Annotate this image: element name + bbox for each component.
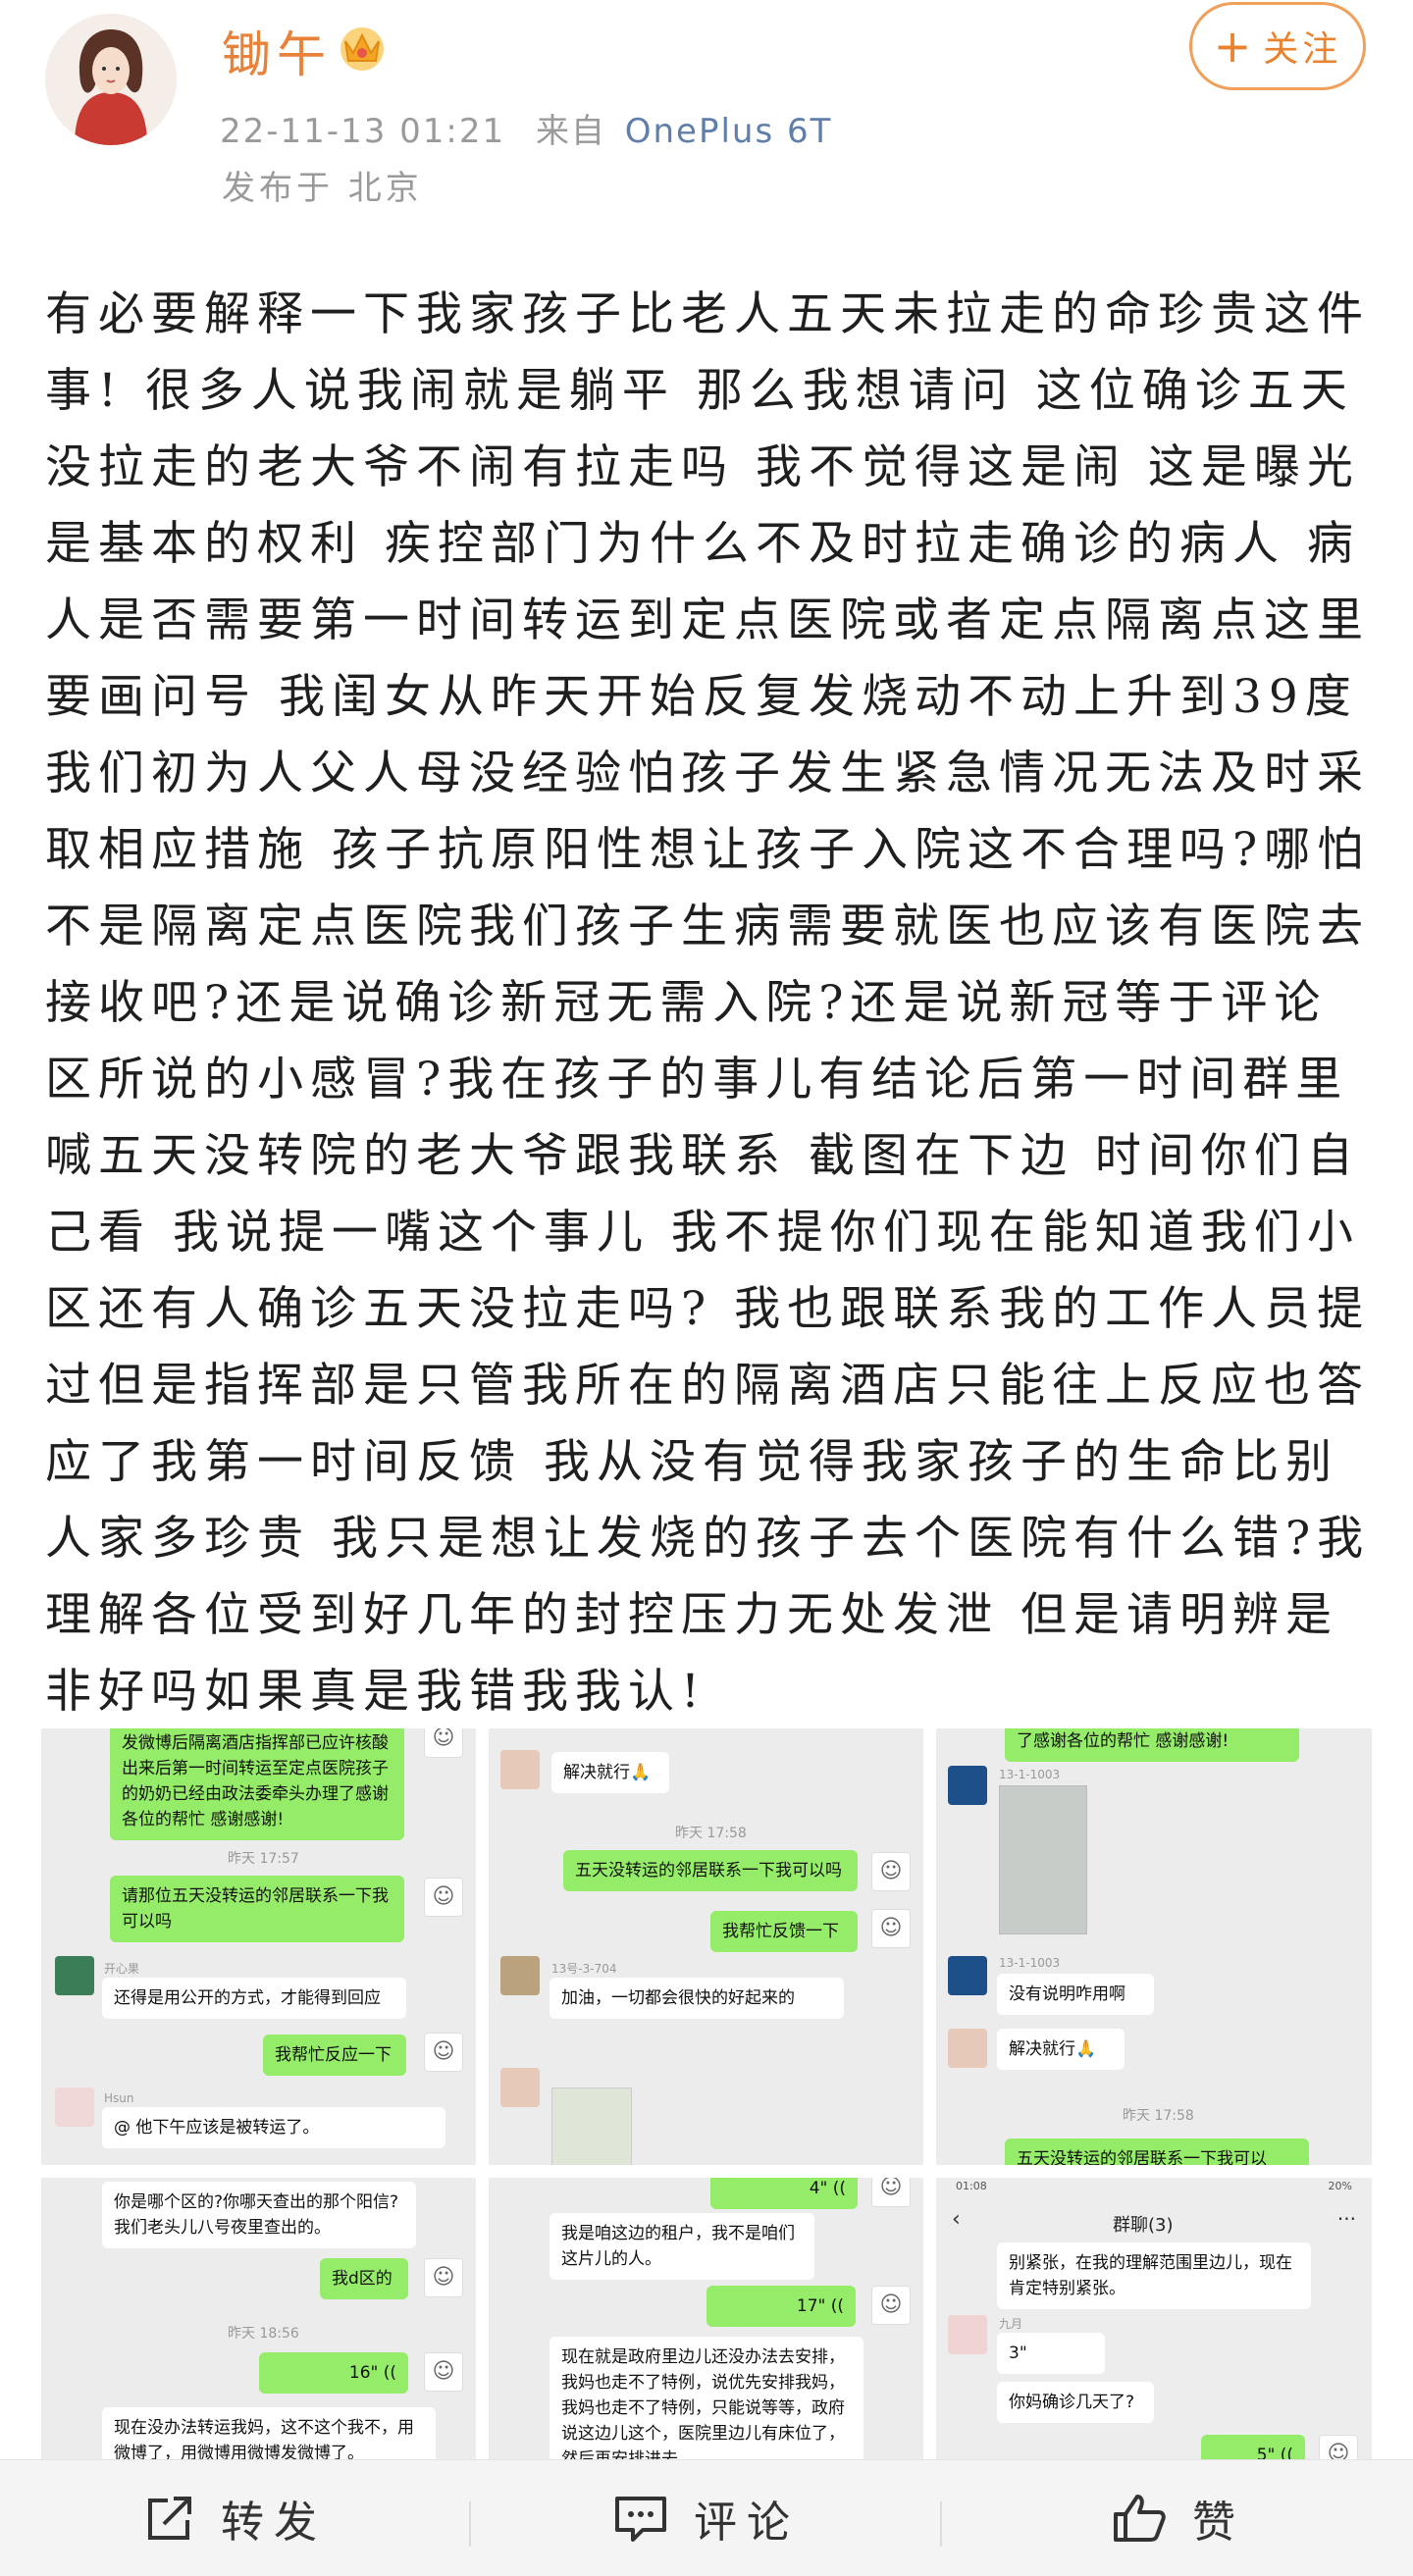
chat-bubble: 我帮忙反应一下 <box>263 2035 406 2076</box>
member-name: 13-1-1003 <box>999 1768 1061 1781</box>
voice-message: 17" (( <box>706 2286 856 2327</box>
sender-avatar: ☺ <box>871 1909 911 1948</box>
chat-bubble: 还得是用公开的方式，才能得到回应 <box>102 1978 406 2019</box>
share-icon <box>148 2497 191 2540</box>
source-prefix: 来自 <box>535 112 606 151</box>
screenshot-4[interactable]: 你是哪个区的?你哪天查出的那个阳信?我们老头儿八号夜里查出的。 我d区的 ☺ 昨… <box>41 2178 476 2462</box>
member-avatar <box>500 1956 540 1995</box>
chat-bubble: 我d区的 <box>320 2258 408 2299</box>
voice-message: 4" (( <box>710 2178 858 2209</box>
post-timestamp: 22-11-13 01:21 <box>220 112 506 151</box>
back-icon[interactable]: ‹ <box>952 2207 961 2232</box>
sender-avatar: ☺ <box>424 1878 463 1917</box>
vip-crown-icon[interactable] <box>336 20 389 73</box>
chat-bubble: 了感谢各位的帮忙 感谢感谢! <box>1005 1728 1299 1762</box>
member-name: 13-1-1003 <box>999 1956 1061 1970</box>
chat-timestamp: 昨天 17:58 <box>675 1826 747 1841</box>
member-avatar <box>948 2315 987 2354</box>
screenshot-1[interactable]: 发微博后隔离酒店指挥部已应许核酸出来后第一时间转运至定点医院孩子的奶奶已经由政法… <box>41 1728 476 2165</box>
post-header: 锄午 22-11-13 01:21 来自 OnePlus 6T 发布于 北京 +… <box>0 0 1413 235</box>
sender-avatar: ☺ <box>424 1728 463 1758</box>
chat-bubble: 解决就行🙏 <box>551 1752 669 1793</box>
chat-bubble: 五天没转运的邻居联系一下我可以 <box>1005 2138 1309 2165</box>
status-battery: 20% <box>1328 2180 1352 2192</box>
voice-message: 3" <box>997 2333 1105 2374</box>
comment-button[interactable]: 评论 <box>471 2460 940 2576</box>
sender-avatar: ☺ <box>871 2286 911 2325</box>
member-name: 九月 <box>999 2317 1023 2331</box>
chat-bubble: 发微博后隔离酒店指挥部已应许核酸出来后第一时间转运至定点医院孩子的奶奶已经由政法… <box>110 1728 404 1840</box>
member-avatar <box>55 1956 94 1995</box>
chat-title: 群聊(3) <box>1113 2215 1174 2236</box>
chat-bubble: 加油，一切都会很快的好起来的 <box>550 1978 844 2019</box>
sender-avatar: ☺ <box>1319 2435 1358 2462</box>
chat-bubble: 没有说明咋用啊 <box>997 1974 1154 2015</box>
chat-bubble: @ 他下午应该是被转运了。 <box>102 2107 445 2148</box>
chat-bubble: 我帮忙反馈一下 <box>710 1911 858 1952</box>
plus-icon: + <box>1213 20 1256 73</box>
member-avatar <box>55 2087 94 2127</box>
image-thumbnail <box>551 2087 632 2165</box>
chat-timestamp: 昨天 18:56 <box>228 2326 299 2342</box>
follow-label: 关注 <box>1263 29 1342 70</box>
chat-timestamp: 昨天 17:57 <box>228 1851 299 1867</box>
user-avatar[interactable] <box>45 14 177 145</box>
voice-message: 5" (( <box>1201 2435 1305 2462</box>
chat-bubble: 别紧张，在我的理解范围里边儿，现在肯定特别紧张。 <box>997 2242 1311 2309</box>
repost-label: 转发 <box>221 2498 327 2548</box>
phone-status-bar: 01:08 20% <box>936 2178 1372 2195</box>
status-time: 01:08 <box>956 2180 987 2192</box>
username[interactable]: 锄午 <box>222 16 332 86</box>
member-name: Hsun <box>104 2091 134 2105</box>
post-meta: 22-11-13 01:21 来自 OnePlus 6T <box>220 104 832 152</box>
sender-avatar: ☺ <box>424 2352 463 2392</box>
sender-avatar: ☺ <box>871 2178 911 2207</box>
screenshot-6[interactable]: 01:08 20% ‹ 群聊(3) ··· 别紧张，在我的理解范围里边儿，现在肯… <box>936 2178 1372 2462</box>
member-avatar <box>948 1956 987 1995</box>
chat-timestamp: 昨天 17:58 <box>1123 2108 1194 2124</box>
chat-bubble: 我是咱这边的租户，我不是咱们这片儿的人。 <box>550 2213 814 2280</box>
chat-bubble: 五天没转运的邻居联系一下我可以吗 <box>563 1850 858 1891</box>
sender-avatar: ☺ <box>424 2033 463 2072</box>
post-body: 有必要解释一下我家孩子比老人五天未拉走的命珍贵这件事! 很多人说我闹就是躺平 那… <box>45 287 1371 1719</box>
chat-bubble: 你妈确诊几天了? <box>997 2382 1154 2423</box>
screenshot-3[interactable]: 了感谢各位的帮忙 感谢感谢! 13-1-1003 13-1-1003 没有说明咋… <box>936 1728 1372 2165</box>
comment-label: 评论 <box>694 2498 800 2548</box>
sender-avatar: ☺ <box>871 1852 911 1891</box>
member-avatar <box>500 1750 540 1789</box>
device-link[interactable]: OnePlus 6T <box>625 112 833 151</box>
chat-bubble: 解决就行🙏 <box>997 2029 1125 2070</box>
repost-button[interactable]: 转发 <box>0 2460 469 2576</box>
chat-bubble: 你是哪个区的?你哪天查出的那个阳信?我们老头儿八号夜里查出的。 <box>102 2182 416 2248</box>
screenshot-5[interactable]: 4" (( ☺ 我是咱这边的租户，我不是咱们这片儿的人。 17" (( ☺ 现在… <box>489 2178 923 2462</box>
voice-message: 16" (( <box>259 2352 408 2394</box>
chat-bubble: 现在没办法转运我妈，这不这个我不，用微博了，用微博用微博发微博了。 <box>102 2407 436 2462</box>
action-bar: 转发 评论 赞 <box>0 2459 1413 2576</box>
thumbs-up-icon <box>1114 2495 1166 2542</box>
member-avatar <box>948 1766 987 1805</box>
like-label: 赞 <box>1192 2498 1245 2548</box>
more-icon[interactable]: ··· <box>1337 2207 1356 2231</box>
screenshot-2[interactable]: 解决就行🙏 昨天 17:58 五天没转运的邻居联系一下我可以吗 ☺ 我帮忙反馈一… <box>489 1728 923 2165</box>
chat-bubble: 请那位五天没转运的邻居联系一下我可以吗 <box>110 1876 404 1942</box>
image-thumbnail <box>999 1785 1087 1934</box>
avatar-illustration <box>45 14 177 145</box>
like-button[interactable]: 赞 <box>942 2460 1413 2576</box>
member-name: 13号-3-704 <box>551 1962 617 1976</box>
sender-avatar: ☺ <box>424 2258 463 2297</box>
member-name: 开心果 <box>104 1962 140 1976</box>
member-avatar <box>500 2068 540 2107</box>
post-location: 发布于 北京 <box>222 169 423 208</box>
follow-button[interactable]: + 关注 <box>1189 2 1366 90</box>
comment-icon <box>615 2497 666 2542</box>
chat-bubble: 现在就是政府里边儿还没办法去安排，我妈也走不了特例，说优先安排我妈，我妈也走不了… <box>550 2337 864 2462</box>
member-avatar <box>948 2029 987 2068</box>
